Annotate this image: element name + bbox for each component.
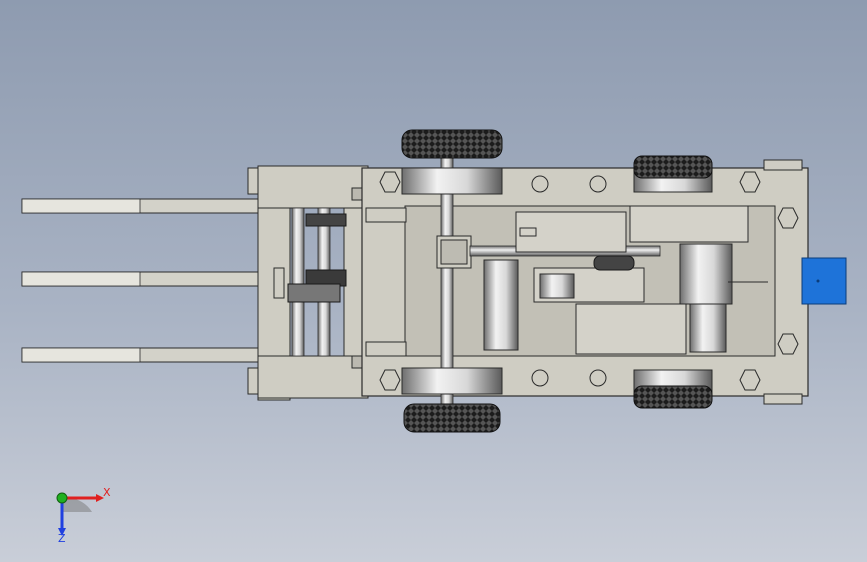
rear-right-tire	[633, 385, 713, 409]
front-right-tire	[403, 403, 501, 433]
z-axis-label: Z	[58, 532, 66, 545]
front-left-tire	[401, 129, 503, 159]
rear-bracket-top	[763, 159, 803, 171]
rear-bracket-bottom	[763, 393, 803, 405]
x-axis-label: X	[103, 486, 111, 499]
axis-triad: X Z	[56, 486, 111, 545]
cad-viewport[interactable]: X Z	[0, 0, 867, 562]
fork-left-tine	[21, 198, 261, 214]
counterweight-block[interactable]	[801, 257, 847, 305]
rear-left-tire	[633, 155, 713, 179]
fork-middle-tine	[21, 271, 261, 287]
fork-right-tine	[21, 347, 261, 363]
